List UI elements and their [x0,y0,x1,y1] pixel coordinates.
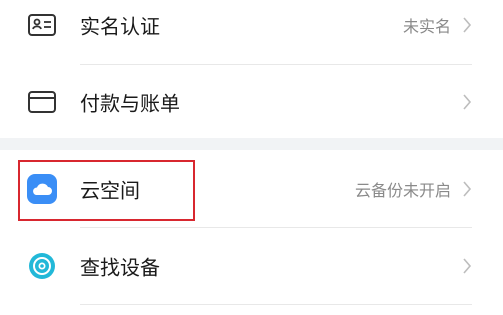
find-device-icon [29,253,55,279]
settings-row-real-name[interactable]: 实名认证 未实名 [0,0,503,64]
highlight-box [18,160,195,221]
settings-row-payment[interactable]: 付款与账单 [0,63,503,141]
settings-row-label: 实名认证 [80,14,160,39]
settings-row-find-device[interactable]: 查找设备 [0,227,503,305]
settings-row-value: 云备份未开启 [354,181,451,200]
chevron-right-icon [463,181,472,197]
settings-row-value: 未实名 [402,17,451,36]
settings-row-label: 付款与账单 [80,91,180,116]
card-icon [28,91,56,113]
chevron-right-icon [463,17,472,33]
settings-row-label: 查找设备 [80,255,160,280]
chevron-right-icon [463,258,472,274]
divider [80,304,472,305]
chevron-right-icon [463,94,472,110]
id-card-icon [28,14,56,36]
